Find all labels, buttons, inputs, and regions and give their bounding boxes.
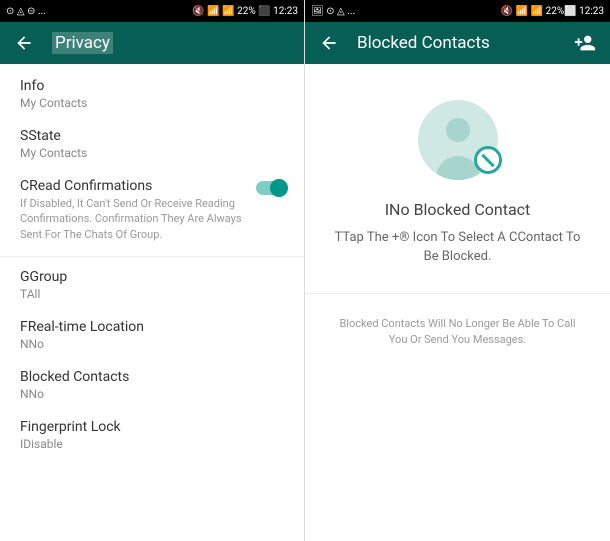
back-icon[interactable]: [319, 33, 339, 53]
fingerprint-label: Fingerprint Lock: [20, 419, 286, 435]
privacy-content: Info My Contacts SState My Contacts CRea…: [0, 64, 304, 541]
blocked-value: NNo: [20, 387, 286, 401]
status-left-icons: 🖼 ⊙ ◬ ...: [311, 6, 355, 17]
privacy-screen: ⊙ ◬ ⊝ ... 🔇 📶 📶 22% ⬛ 12:23 Privacy Info…: [0, 0, 305, 541]
divider: [0, 256, 304, 257]
location-row[interactable]: FReal-time Location NNo: [0, 311, 304, 361]
location-value: NNo: [20, 337, 286, 351]
blocked-label: Blocked Contacts: [20, 369, 286, 385]
read-confirmations-row[interactable]: CRead Confirmations If Disabled, It Can'…: [0, 170, 304, 252]
status-right-icons: 🔇 📶 📶 22% ⬛ 12:23: [192, 6, 298, 17]
state-value: My Contacts: [20, 146, 286, 160]
app-bar: Privacy: [0, 22, 304, 64]
info-row[interactable]: Info My Contacts: [0, 70, 304, 120]
state-label: SState: [20, 128, 286, 144]
blocked-content: INo Blocked Contact TTap The +® Icon To …: [305, 64, 610, 541]
blocked-badge-icon: [474, 146, 502, 174]
info-label: Info: [20, 78, 286, 94]
status-bar: 🖼 ⊙ ◬ ... 🔇 📶 📶 22%⬜ 12:23: [305, 0, 610, 22]
page-title: Blocked Contacts: [357, 33, 490, 53]
blocked-contacts-row[interactable]: Blocked Contacts NNo: [0, 361, 304, 411]
info-value: My Contacts: [20, 96, 286, 110]
status-right-icons: 🔇 📶 📶 22%⬜ 12:23: [501, 6, 604, 17]
add-contact-icon[interactable]: [574, 32, 596, 54]
fingerprint-row[interactable]: Fingerprint Lock IDisable: [0, 411, 304, 461]
status-left-icons: ⊙ ◬ ⊝ ...: [6, 6, 46, 17]
empty-subtitle: TTap The +® Icon To Select A CContact To…: [329, 229, 586, 267]
empty-title: INo Blocked Contact: [329, 200, 586, 219]
footer-note: Blocked Contacts Will No Longer Be Able …: [305, 293, 610, 371]
group-row[interactable]: GGroup TAll: [0, 261, 304, 311]
read-desc: If Disabled, It Can't Send Or Receive Re…: [20, 196, 256, 242]
group-label: GGroup: [20, 269, 286, 285]
location-label: FReal-time Location: [20, 319, 286, 335]
back-icon[interactable]: [14, 33, 34, 53]
blocked-contacts-screen: 🖼 ⊙ ◬ ... 🔇 📶 📶 22%⬜ 12:23 Blocked Conta…: [305, 0, 610, 541]
state-row[interactable]: SState My Contacts: [0, 120, 304, 170]
group-value: TAll: [20, 287, 286, 301]
empty-avatar: [418, 100, 498, 180]
empty-state: INo Blocked Contact TTap The +® Icon To …: [305, 100, 610, 267]
page-title: Privacy: [52, 32, 113, 54]
fingerprint-value: IDisable: [20, 437, 286, 451]
app-bar: Blocked Contacts: [305, 22, 610, 64]
status-bar: ⊙ ◬ ⊝ ... 🔇 📶 📶 22% ⬛ 12:23: [0, 0, 304, 22]
read-label: CRead Confirmations: [20, 178, 256, 194]
read-toggle[interactable]: [256, 181, 286, 195]
